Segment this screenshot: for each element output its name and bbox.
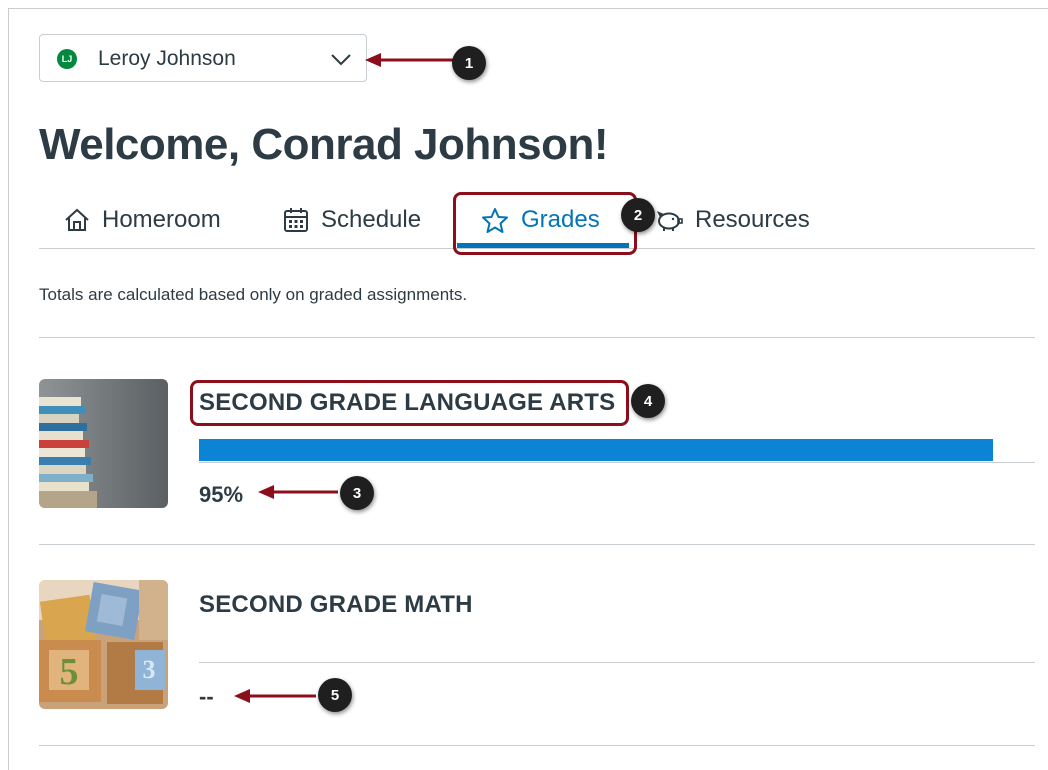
course-image-language-arts[interactable] xyxy=(39,379,168,508)
grades-note: Totals are calculated based only on grad… xyxy=(39,285,468,304)
blocks-image: 5 3 xyxy=(39,580,168,709)
callout-arrow-3 xyxy=(258,485,338,499)
divider xyxy=(39,745,1035,746)
chevron-down-icon xyxy=(331,54,351,66)
divider xyxy=(39,544,1035,545)
course-image-math[interactable]: 5 3 xyxy=(39,580,168,709)
svg-text:5: 5 xyxy=(60,651,79,693)
course-score: 95% xyxy=(199,482,244,507)
tab-resources[interactable]: Resources xyxy=(655,203,810,237)
tab-label: Homeroom xyxy=(102,206,221,233)
callout-arrow-1 xyxy=(365,53,453,67)
grade-progress-fill xyxy=(199,439,993,461)
page-title: Welcome, Conrad Johnson! xyxy=(39,120,609,169)
course-title-math[interactable]: SECOND GRADE MATH xyxy=(199,591,473,619)
tab-label: Schedule xyxy=(321,206,422,233)
grade-progress-bar xyxy=(199,439,1035,463)
home-icon xyxy=(65,208,89,231)
callout-badge: 5 xyxy=(318,678,352,712)
avatar: LJ xyxy=(57,49,77,69)
piggy-bank-icon xyxy=(656,211,683,231)
calendar-icon xyxy=(284,208,308,232)
books-image xyxy=(39,379,168,508)
callout-badge: 3 xyxy=(340,476,374,510)
course-score: -- xyxy=(199,684,214,709)
selected-student-name: Leroy Johnson xyxy=(98,47,236,70)
grades-tab-highlight xyxy=(453,192,637,255)
callout-badge: 4 xyxy=(631,384,665,418)
callout-arrow-5 xyxy=(234,689,316,703)
course-title-highlight xyxy=(190,380,629,426)
callout-badge: 1 xyxy=(452,46,486,80)
tab-label: Resources xyxy=(695,206,810,233)
callout-badge: 2 xyxy=(621,198,655,232)
grade-bar-empty xyxy=(199,662,1035,663)
divider xyxy=(39,337,1035,338)
svg-text:3: 3 xyxy=(143,655,156,684)
tab-homeroom[interactable]: Homeroom xyxy=(64,203,221,237)
student-selector[interactable]: LJ Leroy Johnson xyxy=(39,34,367,82)
tab-schedule[interactable]: Schedule xyxy=(283,203,421,237)
